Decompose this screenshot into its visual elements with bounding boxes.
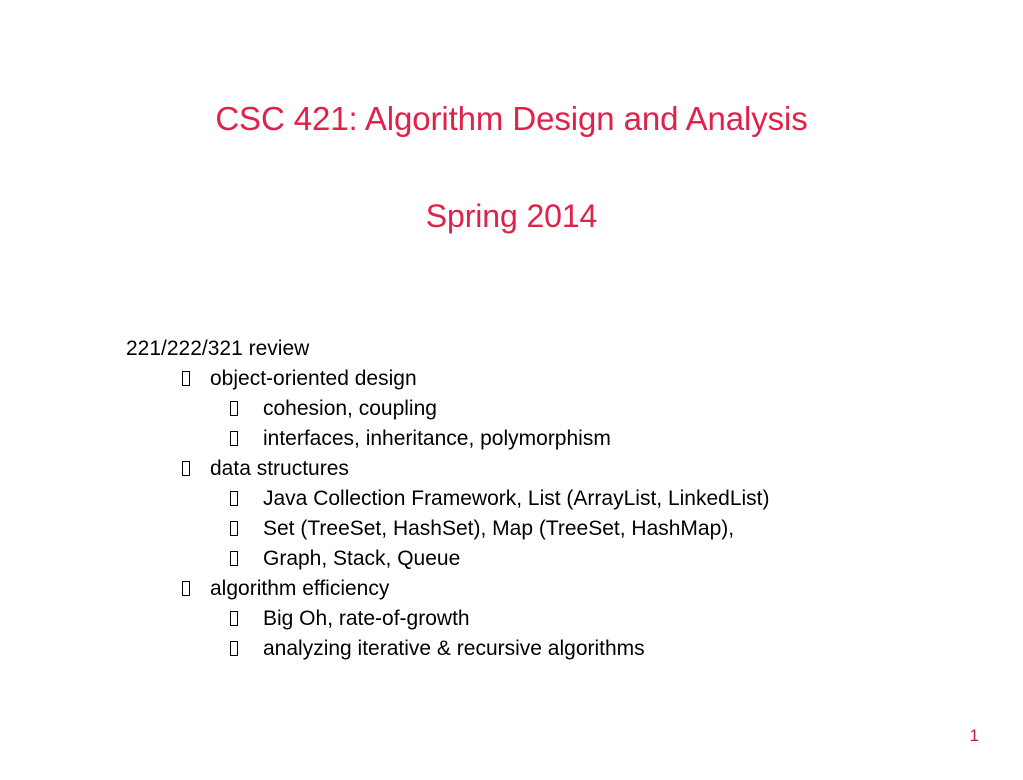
missing-glyph-bullet-icon <box>182 461 190 476</box>
outline-item-level-0: 221/222/321 review <box>126 334 986 364</box>
outline-item-level-1: algorithm efficiency <box>126 574 986 604</box>
outline-item-level-1: data structures <box>126 454 986 484</box>
outline-item-label: data structures <box>210 457 349 480</box>
outline-item-level-2: Big Oh, rate-of-growth <box>126 604 986 634</box>
outline-item-level-2: analyzing iterative & recursive algorith… <box>126 634 986 664</box>
outline-item-label: analyzing iterative & recursive algorith… <box>263 637 645 660</box>
outline-item-label: Set (TreeSet, HashSet), Map (TreeSet, Ha… <box>263 517 735 540</box>
outline-item-label: Graph, Stack, Queue <box>263 547 461 570</box>
outline-item-level-2: interfaces, inheritance, polymorphism <box>126 424 986 454</box>
outline-item-level-1: object-oriented design <box>126 364 986 394</box>
missing-glyph-bullet-icon <box>230 401 238 416</box>
slide-subtitle: Spring 2014 <box>425 198 598 234</box>
missing-glyph-bullet-icon <box>230 521 238 536</box>
outline-item-label: object-oriented design <box>210 367 417 390</box>
missing-glyph-bullet-icon <box>230 641 238 656</box>
outline-item-label: algorithm efficiency <box>210 577 390 600</box>
slide-title: CSC 421: Algorithm Design and Analysis <box>215 100 808 137</box>
slide-canvas: CSC 421: Algorithm Design and Analysis S… <box>0 0 1023 780</box>
missing-glyph-bullet-icon <box>230 611 238 626</box>
title-spacer <box>0 142 1023 194</box>
missing-glyph-bullet-icon <box>182 371 190 386</box>
missing-glyph-bullet-icon <box>230 431 238 446</box>
outline-item-level-2: Set (TreeSet, HashSet), Map (TreeSet, Ha… <box>126 514 986 544</box>
missing-glyph-bullet-icon <box>230 491 238 506</box>
outline-body: 221/222/321 review object-oriented design… <box>126 334 986 664</box>
outline-item-level-2: cohesion, coupling <box>126 394 986 424</box>
outline-item-label: 221/222/321 review <box>126 337 310 360</box>
outline-item-level-2: Java Collection Framework, List (ArrayLi… <box>126 484 986 514</box>
outline-item-level-2: Graph, Stack, Queue <box>126 544 986 574</box>
outline-item-label: Big Oh, rate-of-growth <box>263 607 470 630</box>
missing-glyph-bullet-icon <box>230 551 238 566</box>
outline-item-label: cohesion, coupling <box>263 397 437 420</box>
page-number: 1 <box>969 726 979 745</box>
title-block: CSC 421: Algorithm Design and Analysis S… <box>0 96 1023 238</box>
outline-item-label: Java Collection Framework, List (ArrayLi… <box>263 487 770 510</box>
missing-glyph-bullet-icon <box>182 581 190 596</box>
outline-item-label: interfaces, inheritance, polymorphism <box>263 427 611 450</box>
